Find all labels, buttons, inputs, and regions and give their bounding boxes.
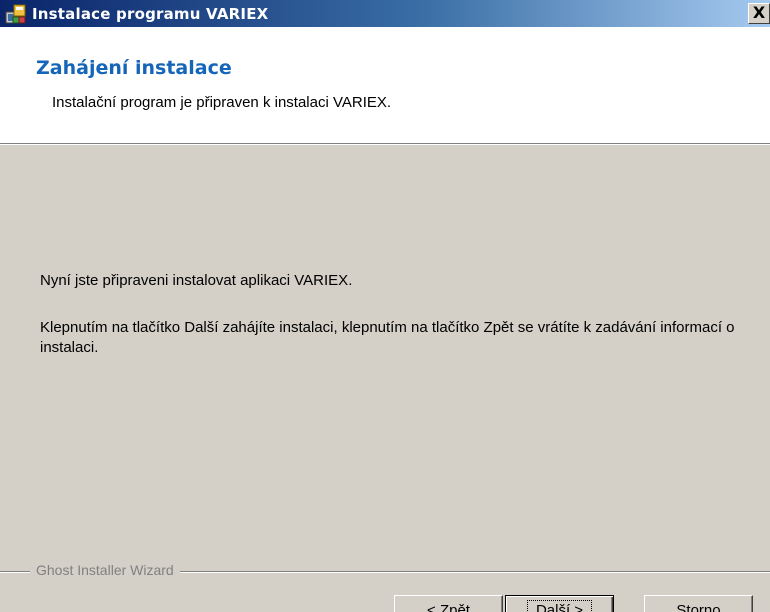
ready-text: Nyní jste připraveni instalovat aplikaci… — [40, 272, 353, 289]
header-divider — [0, 143, 770, 145]
installer-window: Instalace programu VARIEX X Zahájení ins… — [0, 0, 770, 612]
close-button[interactable]: X — [748, 3, 770, 24]
next-button[interactable]: Další > — [505, 595, 614, 612]
instructions-text: Klepnutím na tlačítko Další zahájíte ins… — [40, 319, 735, 356]
next-button-focus: Další > — [526, 599, 593, 612]
close-icon: X — [752, 3, 766, 22]
window-title: Instalace programu VARIEX — [32, 4, 269, 23]
back-button-label: pět — [449, 601, 470, 612]
page-title: Zahájení instalace — [36, 57, 232, 79]
installer-icon — [5, 3, 27, 25]
next-button-label: alší > — [546, 601, 584, 612]
wizard-brand-label: Ghost Installer Wizard — [30, 562, 180, 578]
cancel-button-mnemonic: S — [676, 601, 687, 612]
wizard-header: Zahájení instalace Instalační program je… — [0, 27, 770, 143]
next-button-mnemonic: D — [535, 601, 547, 612]
title-bar[interactable]: Instalace programu VARIEX X — [0, 0, 770, 27]
cancel-button-label: torno — [686, 601, 721, 612]
back-button-mnemonic: Z — [439, 601, 450, 612]
back-button[interactable]: < Zpět — [394, 595, 503, 612]
page-subtitle: Instalační program je připraven k instal… — [52, 94, 392, 111]
back-button-prefix: < — [427, 601, 440, 612]
cancel-button[interactable]: Storno — [644, 595, 753, 612]
